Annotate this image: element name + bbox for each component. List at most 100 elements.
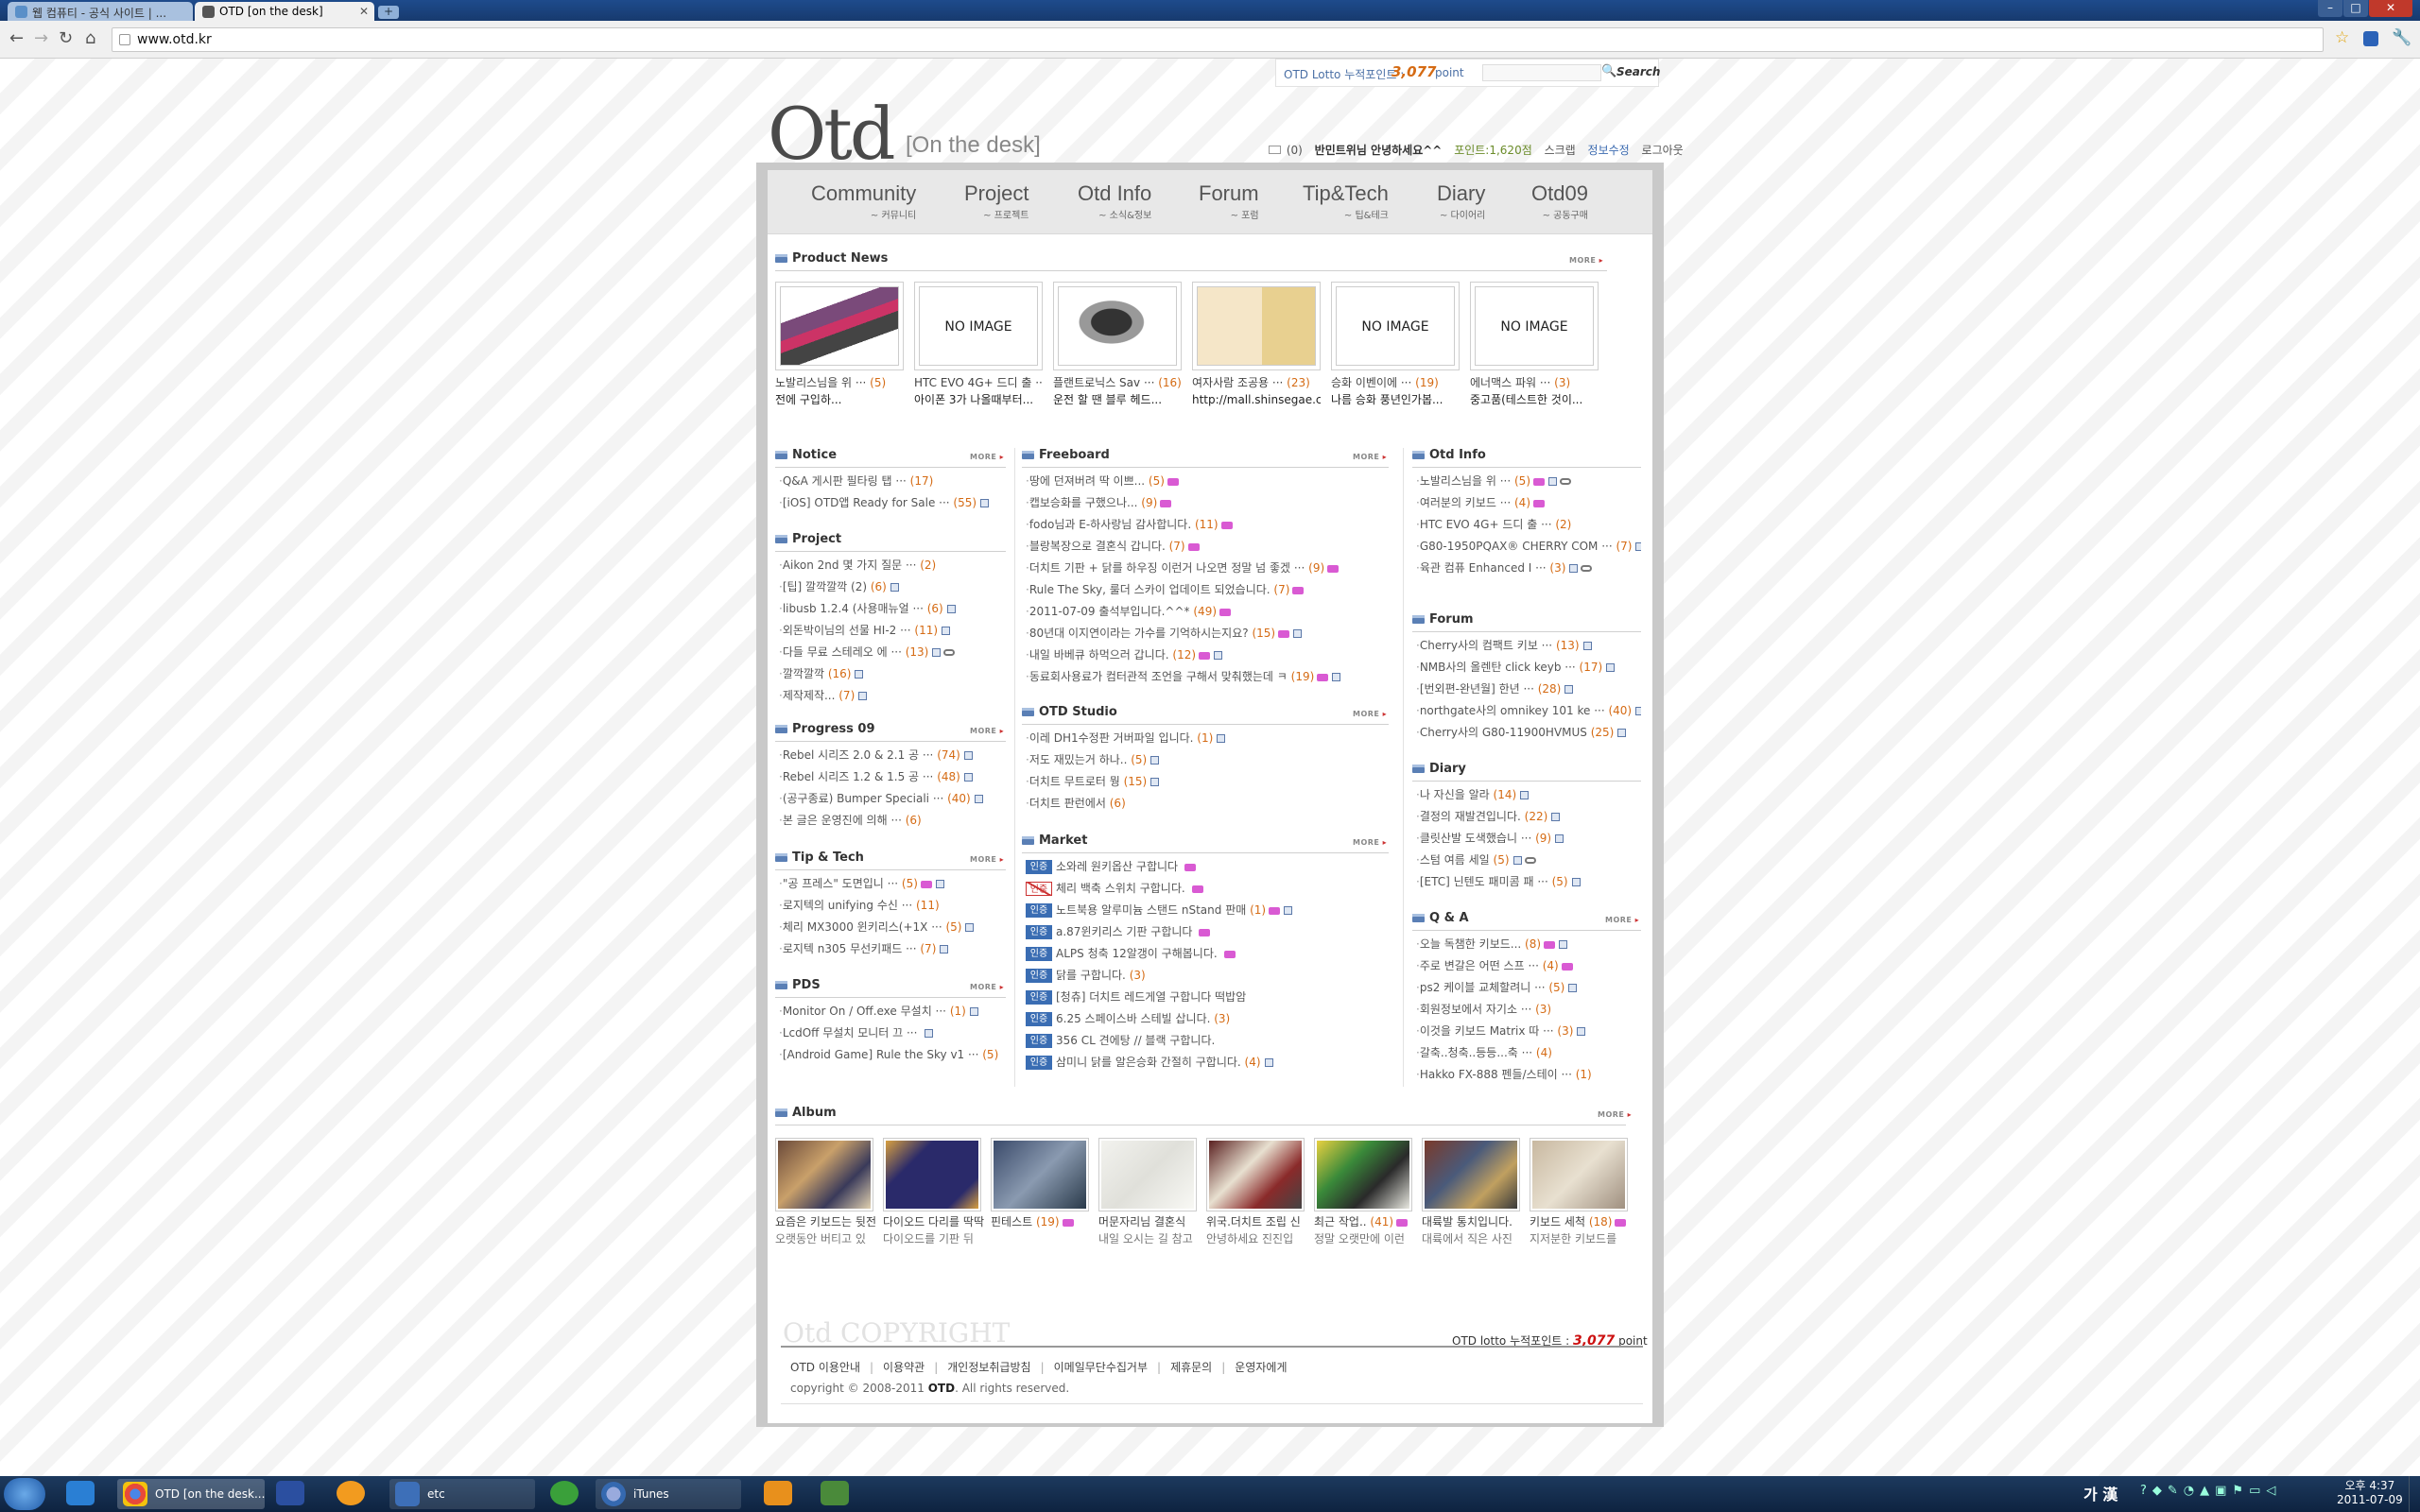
product-thumb-2[interactable]: NO IMAGE — [914, 282, 1043, 370]
list-item[interactable]: 여러분의 키보드 ··· (4) — [1416, 492, 1641, 514]
product-news-more-link[interactable]: MORE — [1569, 256, 1603, 265]
list-item[interactable]: 로지텍의 unifying 수신 ··· (11) — [779, 895, 1006, 917]
browser-tab-2[interactable]: OTD [on the desk] ✕ — [195, 2, 374, 21]
list-item[interactable]: 나 자신을 알라 (14) — [1416, 784, 1641, 806]
list-item[interactable]: Rule The Sky, 룰더 스카이 업데이트 되었습니다. (7) — [1026, 579, 1389, 601]
product-caption[interactable]: 에너맥스 파워 ··· (3) 중고품(테스트한 것이... — [1470, 374, 1599, 408]
section-title[interactable]: Diary — [1412, 762, 1466, 776]
outlook-icon[interactable] — [764, 1481, 792, 1505]
download-icon[interactable] — [2363, 31, 2378, 46]
list-item[interactable]: 오늘 독챔한 키보드... (8) — [1416, 934, 1641, 955]
list-item[interactable]: 외돈박이님의 선물 HI-2 ··· (11) — [779, 620, 1006, 642]
section-more-link[interactable]: MORE — [970, 855, 1004, 864]
section-title[interactable]: OTD Studio — [1022, 705, 1117, 719]
album-thumb[interactable] — [991, 1138, 1089, 1211]
list-item[interactable]: Aikon 2nd 몇 가지 질문 ··· (2) — [779, 555, 1006, 576]
album-caption[interactable]: 머문자리님 결혼식 내일 오시는 길 참고 — [1098, 1213, 1202, 1247]
section-title[interactable]: PDS — [775, 978, 821, 992]
list-item[interactable]: 캡보승화를 구했으나... (9) — [1026, 492, 1389, 514]
section-more-link[interactable]: MORE — [1605, 916, 1639, 924]
market-title[interactable]: Market — [1022, 833, 1087, 848]
section-title[interactable]: Project — [775, 532, 841, 546]
minimize-window-button[interactable]: – — [2318, 0, 2342, 17]
product-caption[interactable]: 플랜트로닉스 Sav ··· (16) 운전 할 땐 블루 헤드... — [1053, 374, 1182, 408]
list-item[interactable]: 인증 a.87윈키리스 기판 구합니다 — [1026, 921, 1389, 943]
album-thumb[interactable] — [1422, 1138, 1520, 1211]
section-more-link[interactable]: MORE — [1353, 453, 1387, 461]
message-count[interactable]: (0) — [1287, 144, 1303, 157]
list-item[interactable]: 갈축..청축..등등...축 ··· (4) — [1416, 1042, 1641, 1064]
album-thumb[interactable] — [1314, 1138, 1412, 1211]
nav-item-community[interactable]: Community ~ 커뮤니티 — [811, 181, 916, 221]
list-item[interactable]: 결정의 재발견입니다. (22) — [1416, 806, 1641, 828]
section-title[interactable]: Tip & Tech — [775, 850, 864, 865]
list-item[interactable]: 저도 재밌는거 하나.. (5) — [1026, 749, 1389, 771]
utorrent-icon[interactable] — [550, 1481, 579, 1505]
nav-item-diary[interactable]: Diary ~ 다이어리 — [1437, 181, 1485, 221]
search-button[interactable]: Search — [1616, 65, 1660, 78]
list-item[interactable]: 회원정보에서 자기소 ··· (3) — [1416, 999, 1641, 1021]
list-item[interactable]: northgate사의 omnikey 101 ke ··· (40) — [1416, 700, 1641, 722]
app-icon[interactable] — [337, 1481, 365, 1505]
section-title[interactable]: Q & A — [1412, 911, 1469, 925]
list-item[interactable]: [팁] 깔깍깔깍 (2) (6) — [779, 576, 1006, 598]
taskbar-item-etc[interactable]: etc — [389, 1479, 535, 1509]
list-item[interactable]: 인증 소와레 원키옵산 구합니다 — [1026, 856, 1389, 878]
list-item[interactable]: 이레 DH1수정판 거버파일 입니다. (1) — [1026, 728, 1389, 749]
section-title[interactable]: Freeboard — [1022, 448, 1110, 462]
nav-item-project[interactable]: Project ~ 프로젝트 — [964, 181, 1028, 221]
list-item[interactable]: 이것을 키보드 Matrix 따 ··· (3) — [1416, 1021, 1641, 1042]
list-item[interactable]: Monitor On / Off.exe 무설치 ··· (1) — [779, 1001, 1006, 1022]
back-arrow-icon[interactable]: ← — [9, 28, 24, 48]
list-item[interactable]: 제작제작... (7) — [779, 685, 1006, 707]
nav-item-tip-tech[interactable]: Tip&Tech ~ 팁&테크 — [1303, 181, 1389, 221]
list-item[interactable]: libusb 1.2.4 (사용매뉴얼 ··· (6) — [779, 598, 1006, 620]
edit-profile-link[interactable]: 정보수정 — [1588, 144, 1630, 157]
list-item[interactable]: 내일 바베큐 하먹으러 갑니다. (12) — [1026, 644, 1389, 666]
list-item[interactable]: [번외편-완년월] 한년 ··· (28) — [1416, 679, 1641, 700]
list-item[interactable]: 스텀 여름 세일 (5) — [1416, 850, 1641, 871]
system-tray-icons[interactable]: ?◆✎◔▲▣⚑▭◁ — [2140, 1484, 2281, 1498]
list-item[interactable]: 로지텍 n305 무선키패드 ··· (7) — [779, 938, 1006, 960]
album-caption[interactable]: 대륙발 통치입니다. 대륙에서 직은 사진 — [1422, 1213, 1526, 1247]
start-button[interactable] — [4, 1478, 45, 1510]
section-more-link[interactable]: MORE — [970, 983, 1004, 991]
list-item[interactable]: 인증 노트북용 알루미늄 스탠드 nStand 판매 (1) — [1026, 900, 1389, 921]
nav-item-forum[interactable]: Forum ~ 포럼 — [1199, 181, 1259, 221]
list-item[interactable]: 다들 무료 스테레오 에 ··· (13) — [779, 642, 1006, 663]
product-caption[interactable]: 승화 이벤이에 ··· (19) 나름 승화 풍년인가봅... — [1331, 374, 1460, 408]
list-item[interactable]: HTC EVO 4G+ 드디 출 ··· (2) — [1416, 514, 1641, 536]
list-item[interactable]: ps2 케이블 교체할려니 ··· (5) — [1416, 977, 1641, 999]
site-logo[interactable]: Otd — [768, 98, 895, 170]
section-more-link[interactable]: MORE — [970, 453, 1004, 461]
section-title[interactable]: Notice — [775, 448, 837, 462]
album-thumb[interactable] — [1206, 1138, 1305, 1211]
browser-tab-1[interactable]: 웹 컴퓨티 - 공식 사이트 | ... — [8, 2, 193, 21]
list-item[interactable]: G80-1950PQAX® CHERRY COM ··· (7) — [1416, 536, 1641, 558]
close-window-button[interactable]: ✕ — [2369, 0, 2412, 17]
address-bar[interactable]: www.otd.kr — [112, 27, 2324, 52]
list-item[interactable]: 인증 삼미니 닭를 알은승화 간절히 구합니다. (4) — [1026, 1052, 1389, 1074]
reload-icon[interactable]: ↻ — [59, 28, 73, 48]
home-icon[interactable]: ⌂ — [85, 28, 95, 48]
product-caption[interactable]: 여자사람 조공용 ··· (23) http://mall.shinsegae.c… — [1192, 374, 1321, 408]
list-item[interactable]: Rebel 시리즈 1.2 & 1.5 공 ··· (48) — [779, 766, 1006, 788]
list-item[interactable]: [Android Game] Rule the Sky v1 ··· (5) — [779, 1044, 1006, 1066]
product-thumb-1[interactable] — [775, 282, 904, 370]
list-item[interactable]: fodo님과 E-하사랑님 감사합니다. (11) — [1026, 514, 1389, 536]
product-caption[interactable]: 노발리스님을 위 ··· (5) 전에 구입하... — [775, 374, 904, 408]
list-item[interactable]: 인증 닭를 구합니다. (3) — [1026, 965, 1389, 987]
list-item[interactable]: 땅에 던져버려 딱 이쁘... (5) — [1026, 471, 1389, 492]
list-item[interactable]: 더치트 무트로터 뭥 (15) — [1026, 771, 1389, 793]
list-item[interactable]: 2011-07-09 출석부입니다.^^* (49) — [1026, 601, 1389, 623]
album-thumb[interactable] — [883, 1138, 981, 1211]
section-title[interactable]: Forum — [1412, 612, 1474, 627]
product-caption[interactable]: HTC EVO 4G+ 드디 출 ··· 아이폰 3가 나올때부터... — [914, 374, 1043, 408]
maximize-window-button[interactable]: □ — [2343, 0, 2368, 17]
search-input[interactable] — [1482, 64, 1601, 81]
search-icon[interactable]: 🔍 — [1601, 64, 1616, 78]
close-tab-icon[interactable]: ✕ — [359, 5, 369, 18]
ime-indicator[interactable]: 가 漢 — [2083, 1482, 2118, 1504]
nav-item-otd09[interactable]: Otd09 ~ 공동구매 — [1531, 181, 1588, 221]
scrap-link[interactable]: 스크랩 — [1545, 144, 1576, 157]
